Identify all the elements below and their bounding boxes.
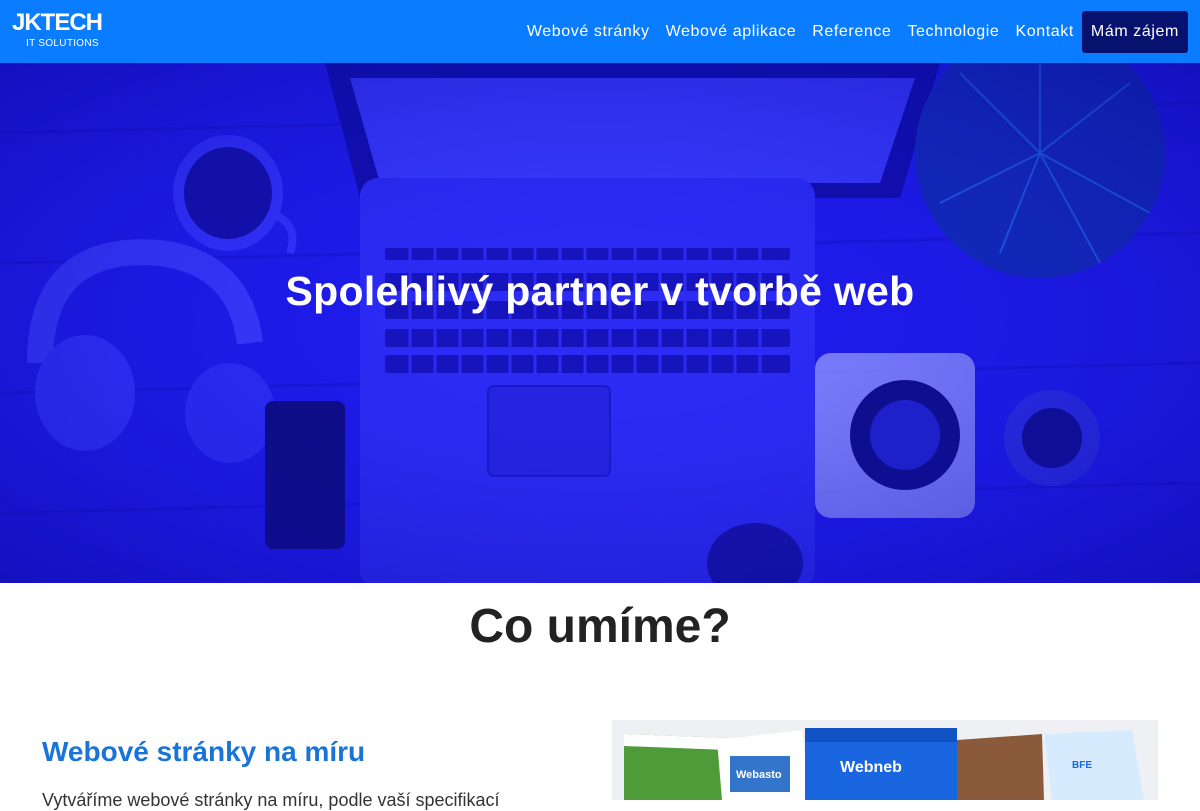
showcase-image: Webneb Webasto BFE <box>612 720 1158 800</box>
nav-link-webove-stranky[interactable]: Webové stránky <box>519 23 658 41</box>
showcase-webneb-label: Webneb <box>840 759 902 776</box>
service-description: Vytváříme webové stránky na míru, podle … <box>42 790 500 810</box>
logo-text: JKTECH <box>12 9 103 36</box>
showcase-webasto-label: Webasto <box>736 769 782 781</box>
logo[interactable]: JKTECH IT SOLUTIONS <box>12 11 112 53</box>
main-nav: Webové stránky Webové aplikace Reference… <box>519 0 1188 63</box>
showcase-mockups: Webneb Webasto BFE <box>624 728 1144 800</box>
hero-background-image <box>0 63 1200 583</box>
hero-title: Spolehlivý partner v tvorbě web <box>285 268 915 314</box>
logo-tagline: IT SOLUTIONS <box>26 38 99 49</box>
hero: Spolehlivý partner v tvorbě web <box>0 63 1200 583</box>
section-title: Co umíme? <box>469 600 731 653</box>
logo-wordmark: JKTECH <box>12 11 112 35</box>
showcase-bfe-label: BFE <box>1072 760 1092 771</box>
nav-link-reference[interactable]: Reference <box>804 23 899 41</box>
service-title: Webové stránky na míru <box>42 736 366 767</box>
interest-button[interactable]: Mám zájem <box>1081 10 1188 53</box>
nav-link-webove-aplikace[interactable]: Webové aplikace <box>658 23 805 41</box>
navbar: JKTECH IT SOLUTIONS Webové stránky Webov… <box>0 0 1200 63</box>
nav-link-kontakt[interactable]: Kontakt <box>1007 23 1081 41</box>
nav-link-technologie[interactable]: Technologie <box>899 23 1007 41</box>
